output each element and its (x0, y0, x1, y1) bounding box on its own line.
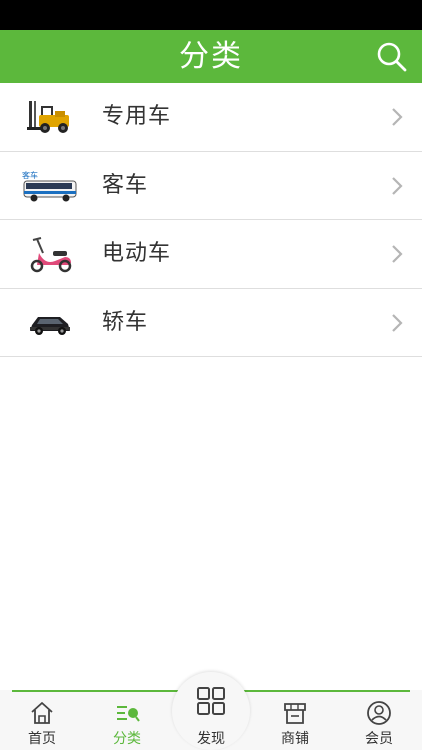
tab-label: 商铺 (281, 731, 309, 747)
sedan-image (22, 303, 78, 343)
header-bar: 分类 (0, 30, 422, 83)
category-label: 专用车 (102, 104, 172, 129)
tab-home[interactable]: 首页 (10, 690, 74, 750)
category-item-electric-vehicle[interactable]: 电动车 (0, 220, 422, 289)
category-label: 轿车 (102, 309, 149, 335)
search-icon (377, 42, 407, 72)
forklift-image (22, 97, 78, 137)
tab-label: 分类 (113, 731, 141, 747)
shop-icon (284, 703, 306, 724)
category-icon (117, 706, 140, 722)
tab-label: 会员 (365, 731, 393, 747)
page-title: 分类 (179, 39, 243, 74)
bus-image: 客车 (22, 166, 78, 206)
category-item-special-vehicle[interactable]: 专用车 (0, 83, 422, 152)
tab-label: 发现 (197, 731, 225, 747)
tab-category[interactable]: 分类 (95, 690, 159, 750)
category-item-bus[interactable]: 客车 客车 (0, 151, 422, 220)
user-icon (367, 701, 391, 725)
chevron-right-icon (392, 108, 403, 126)
home-icon (31, 702, 53, 724)
electric-scooter-image (22, 234, 78, 274)
grid-icon (197, 687, 225, 715)
chevron-right-icon (392, 245, 403, 263)
status-bar (0, 0, 422, 30)
tab-discover[interactable]: 发现 (179, 672, 243, 750)
search-button[interactable] (374, 39, 410, 75)
category-label: 客车 (102, 172, 149, 198)
tab-shop[interactable]: 商铺 (263, 690, 327, 750)
chevron-right-icon (392, 176, 403, 195)
category-list: 专用车 客车 客车 电动车 轿车 (0, 83, 422, 357)
chevron-right-icon (392, 313, 403, 332)
category-item-sedan[interactable]: 轿车 (0, 288, 422, 357)
category-label: 电动车 (102, 241, 172, 266)
bus-thumb-text: 客车 (22, 170, 38, 180)
tab-label: 首页 (28, 731, 56, 747)
tab-member[interactable]: 会员 (347, 690, 411, 750)
